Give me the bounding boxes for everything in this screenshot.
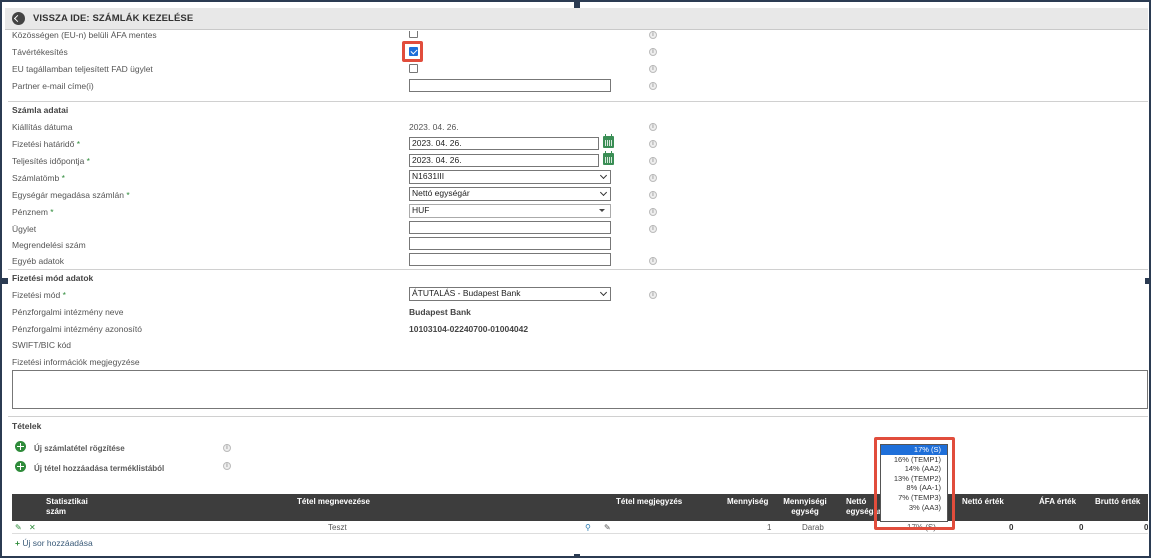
- szamlatomb-select[interactable]: N1631III: [409, 170, 611, 184]
- col-mennyiseg[interactable]: Mennyiség: [727, 497, 768, 507]
- vat-option[interactable]: 7% (TEMP3): [881, 493, 947, 503]
- items-table-header: Statisztikai szám Tétel megnevezése Téte…: [12, 494, 1148, 521]
- vat-option[interactable]: 16% (TEMP1): [881, 455, 947, 465]
- eu-fad-checkbox[interactable]: [409, 64, 418, 73]
- egysegar-label: Egységár megadása számlán *: [12, 190, 130, 200]
- tetelek-section-title: Tételek: [12, 421, 42, 431]
- szamla-section-title: Számla adatai: [12, 105, 69, 115]
- vat-dropdown-list[interactable]: 17% (S) 16% (TEMP1) 14% (AA2) 13% (TEMP2…: [880, 444, 948, 522]
- table-row: ✎ ✕ Teszt ⚲ ✎ 1 Darab 17% (S) 0 0 0: [12, 521, 1148, 534]
- info-icon[interactable]: i: [223, 462, 231, 470]
- info-icon[interactable]: i: [649, 157, 657, 165]
- info-icon[interactable]: i: [649, 291, 657, 299]
- new-row-link[interactable]: + Új sor hozzáadása: [15, 538, 93, 548]
- col-afa-ertek[interactable]: ÁFA érték: [1039, 497, 1076, 507]
- info-icon[interactable]: i: [649, 65, 657, 73]
- fizetesi-mod-label: Fizetési mód *: [12, 290, 66, 300]
- col-stat[interactable]: Statisztikai szám: [46, 497, 96, 517]
- vat-option[interactable]: 3% (AA3): [881, 503, 947, 513]
- info-icon[interactable]: i: [649, 208, 657, 216]
- swift-label: SWIFT/BIC kód: [12, 340, 72, 350]
- cell-egyseg[interactable]: Darab: [802, 522, 824, 533]
- col-megnevezes[interactable]: Tétel megnevezése: [297, 497, 370, 507]
- vat-option[interactable]: 13% (TEMP2): [881, 474, 947, 484]
- back-arrow-icon[interactable]: [12, 12, 25, 25]
- divider: [8, 269, 1148, 270]
- col-netto-ertek[interactable]: Nettó érték: [962, 497, 1004, 507]
- info-icon[interactable]: i: [649, 191, 657, 199]
- info-icon[interactable]: i: [649, 82, 657, 90]
- fizetes-section-title: Fizetési mód adatok: [12, 273, 94, 283]
- delete-x-icon[interactable]: ✕: [29, 522, 36, 533]
- egysegar-select[interactable]: Nettó egységár: [409, 187, 611, 201]
- intezmeny-azon-value: 10103104-02240700-01004042: [409, 324, 529, 334]
- add-icon[interactable]: [15, 461, 26, 472]
- eu-fad-label: EU tagállamban teljesített FAD ügylet: [12, 64, 153, 74]
- vat-option[interactable]: 17% (S): [881, 445, 947, 455]
- tavertekesites-checkbox[interactable]: [409, 47, 418, 56]
- divider: [8, 416, 1148, 417]
- search-icon[interactable]: ⚲: [585, 522, 591, 533]
- col-brutto-ertek[interactable]: Bruttó érték: [1095, 497, 1140, 507]
- partner-email-label: Partner e-mail címe(i): [12, 81, 94, 91]
- intezmeny-nev-value: Budapest Bank: [409, 307, 471, 317]
- calendar-icon[interactable]: [603, 151, 614, 165]
- uj-szamlatetel-link[interactable]: Új számlatétel rögzítése: [34, 444, 125, 453]
- info-icon[interactable]: i: [649, 123, 657, 131]
- add-icon[interactable]: [15, 441, 26, 452]
- back-titlebar[interactable]: VISSZA IDE: SZÁMLÁK KEZELÉSE: [5, 8, 1148, 30]
- plus-icon: +: [15, 538, 20, 548]
- kiallitas-value: 2023. 04. 26.: [409, 122, 459, 132]
- penznem-label: Pénznem *: [12, 207, 54, 217]
- partner-email-input[interactable]: [409, 79, 611, 92]
- info-icon[interactable]: i: [649, 31, 657, 39]
- vat-option[interactable]: 14% (AA2): [881, 464, 947, 474]
- teljesites-input[interactable]: 2023. 04. 26.: [409, 154, 599, 167]
- info-icon[interactable]: i: [649, 174, 657, 182]
- page-title: VISSZA IDE: SZÁMLÁK KEZELÉSE: [33, 13, 194, 24]
- egyeb-label: Egyéb adatok: [12, 256, 64, 266]
- calendar-icon[interactable]: [603, 134, 614, 148]
- eu-label: Közösségen (EU-n) belüli ÁFA mentes: [12, 31, 157, 40]
- info-icon[interactable]: i: [649, 48, 657, 56]
- resize-handle-bottom[interactable]: [574, 554, 580, 556]
- kiallitas-label: Kiállítás dátuma: [12, 122, 73, 132]
- eu-checkbox[interactable]: [409, 31, 418, 38]
- megrendelesi-input[interactable]: [409, 237, 611, 250]
- fizetesi-hatarido-input[interactable]: 2023. 04. 26.: [409, 137, 599, 150]
- ugylet-input[interactable]: [409, 221, 611, 234]
- edit-pencil-icon[interactable]: ✎: [15, 522, 22, 533]
- fizetesi-hatarido-label: Fizetési határidő *: [12, 139, 81, 149]
- info-icon[interactable]: i: [649, 140, 657, 148]
- cell-netto: 0: [1009, 523, 1014, 532]
- teljesites-label: Teljesítés időpontja *: [12, 156, 90, 166]
- col-megjegyzes[interactable]: Tétel megjegyzés: [616, 497, 682, 507]
- info-icon[interactable]: i: [223, 444, 231, 452]
- note-edit-icon[interactable]: ✎: [604, 522, 611, 533]
- tavertekesites-label: Távértékesítés: [12, 47, 68, 57]
- vat-option[interactable]: 8% (AA-1): [881, 483, 947, 493]
- new-row-label: Új sor hozzáadása: [22, 538, 93, 548]
- megjegyzes-label: Fizetési információk megjegyzése: [12, 357, 140, 367]
- app-window: VISSZA IDE: SZÁMLÁK KEZELÉSE Közösségen …: [0, 0, 1151, 558]
- megrendelesi-label: Megrendelési szám: [12, 240, 86, 250]
- megjegyzes-textarea[interactable]: [12, 370, 1148, 409]
- cell-megnevezes[interactable]: Teszt: [328, 522, 347, 533]
- fizetesi-mod-select[interactable]: ÁTUTALÁS - Budapest Bank: [409, 287, 611, 301]
- intezmeny-nev-label: Pénzforgalmi intézmény neve: [12, 307, 124, 317]
- form-content: Közösségen (EU-n) belüli ÁFA mentes i Tá…: [5, 31, 1148, 551]
- egyeb-input[interactable]: [409, 253, 611, 266]
- cell-brutto: 0: [1144, 522, 1148, 533]
- uj-termeklista-link[interactable]: Új tétel hozzáadása terméklistából: [34, 464, 164, 473]
- penznem-select[interactable]: HUF: [409, 204, 611, 218]
- cell-mennyiseg[interactable]: 1: [767, 522, 771, 533]
- info-icon[interactable]: i: [649, 225, 657, 233]
- divider: [8, 101, 1148, 102]
- info-icon[interactable]: i: [649, 257, 657, 265]
- intezmeny-azon-label: Pénzforgalmi intézmény azonosító: [12, 324, 142, 334]
- szamlatomb-label: Számlatömb *: [12, 173, 65, 183]
- ugylet-label: Ügylet: [12, 224, 37, 234]
- col-mennyisegi-egyseg[interactable]: Mennyiségi egység: [779, 497, 831, 517]
- cell-afa: 0: [1079, 523, 1084, 532]
